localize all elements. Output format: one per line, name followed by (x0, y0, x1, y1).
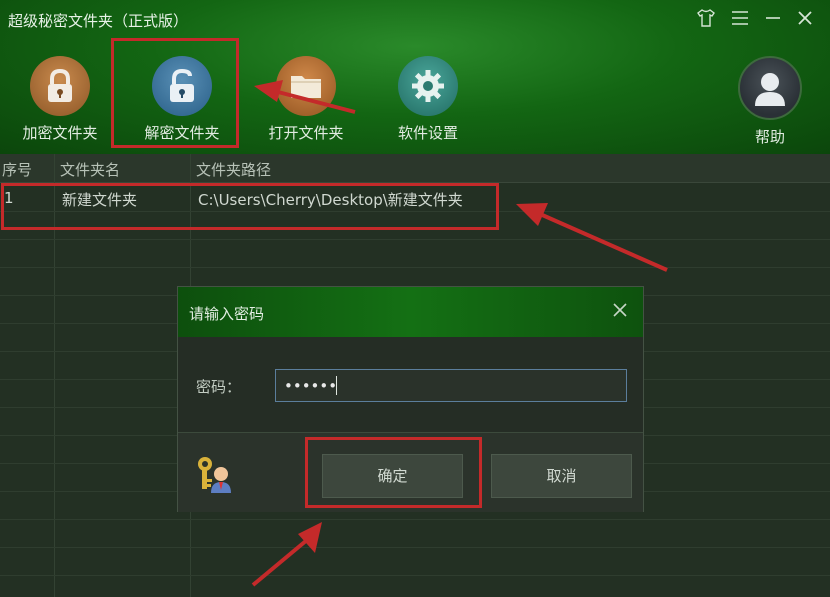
annotation-arrows (251, 80, 668, 587)
arrow-to-folder-row (516, 203, 668, 272)
arrow-to-decrypt (254, 80, 356, 114)
arrow-to-confirm (251, 522, 322, 587)
